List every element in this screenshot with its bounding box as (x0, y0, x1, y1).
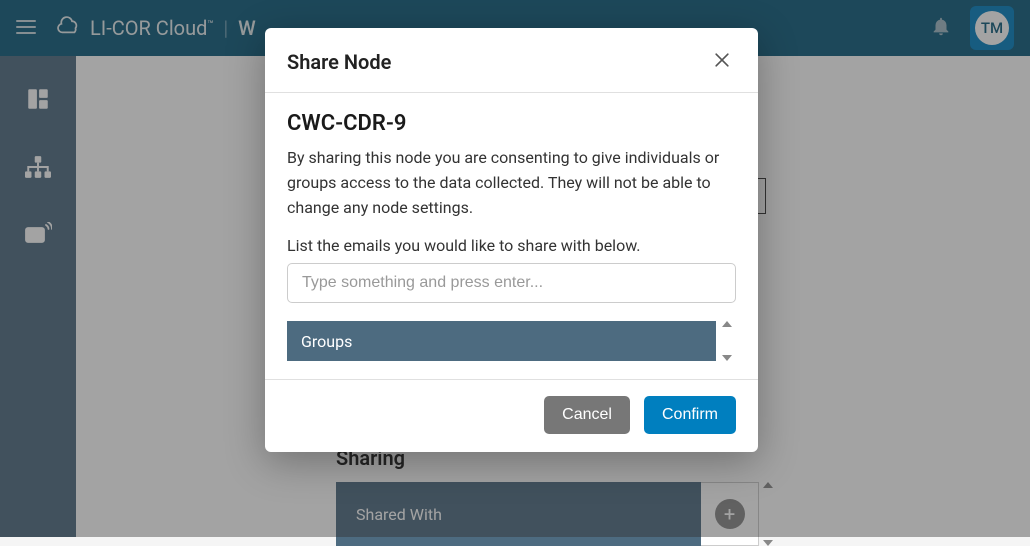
chevron-up-icon[interactable] (722, 321, 732, 327)
close-icon[interactable] (708, 46, 736, 78)
groups-label: Groups (301, 332, 352, 351)
modal-body: CWC-CDR-9 By sharing this node you are c… (265, 93, 758, 379)
groups-spinner (722, 321, 736, 361)
modal-title: Share Node (287, 50, 391, 74)
share-node-modal: Share Node CWC-CDR-9 By sharing this nod… (265, 28, 758, 452)
cancel-button[interactable]: Cancel (544, 396, 630, 434)
share-description: By sharing this node you are consenting … (287, 146, 736, 220)
email-input[interactable] (287, 263, 736, 303)
share-instruction: List the emails you would like to share … (287, 236, 736, 255)
chevron-down-icon[interactable] (722, 355, 732, 361)
chevron-down-icon[interactable] (763, 540, 773, 546)
modal-footer: Cancel Confirm (265, 379, 758, 452)
node-name: CWC-CDR-9 (287, 111, 736, 136)
groups-header[interactable]: Groups (287, 321, 716, 361)
confirm-button[interactable]: Confirm (644, 396, 736, 434)
modal-header: Share Node (265, 28, 758, 93)
